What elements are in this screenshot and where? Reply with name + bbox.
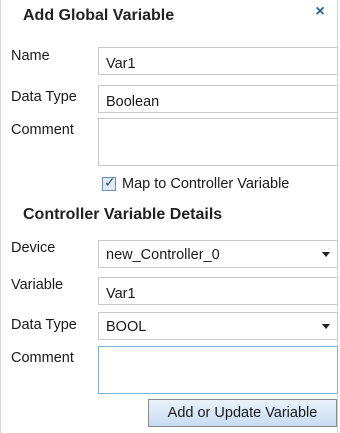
device-select[interactable]: new_Controller_0 (98, 240, 338, 268)
data-type-field[interactable] (98, 85, 338, 113)
name-field[interactable] (98, 47, 338, 75)
device-label: Device (11, 240, 56, 256)
variable-field[interactable] (98, 277, 338, 305)
close-icon[interactable]: × (311, 3, 329, 21)
comment-field[interactable] (98, 118, 338, 166)
controller-section-title: Controller Variable Details (23, 206, 223, 223)
add-or-update-variable-button[interactable]: Add or Update Variable (148, 399, 337, 427)
controller-data-type-value: BOOL (106, 319, 147, 335)
comment-label: Comment (11, 122, 74, 138)
data-type-label: Data Type (11, 89, 77, 105)
controller-comment-label: Comment (11, 350, 74, 366)
controller-comment-field[interactable] (98, 346, 338, 394)
controller-data-type-label: Data Type (11, 317, 77, 333)
name-label: Name (11, 48, 50, 64)
controller-data-type-select[interactable]: BOOL (98, 312, 338, 340)
add-global-variable-panel: Add Global Variable × Name Data Type Com… (0, 0, 338, 433)
map-to-controller-label: Map to Controller Variable (122, 176, 290, 192)
check-icon: ✓ (104, 174, 116, 190)
map-to-controller-checkbox[interactable]: ✓ (102, 174, 116, 191)
chevron-down-icon (322, 252, 330, 257)
variable-label: Variable (11, 277, 64, 293)
device-select-value: new_Controller_0 (106, 247, 220, 263)
chevron-down-icon (322, 324, 330, 329)
dialog-title: Add Global Variable (23, 7, 175, 24)
